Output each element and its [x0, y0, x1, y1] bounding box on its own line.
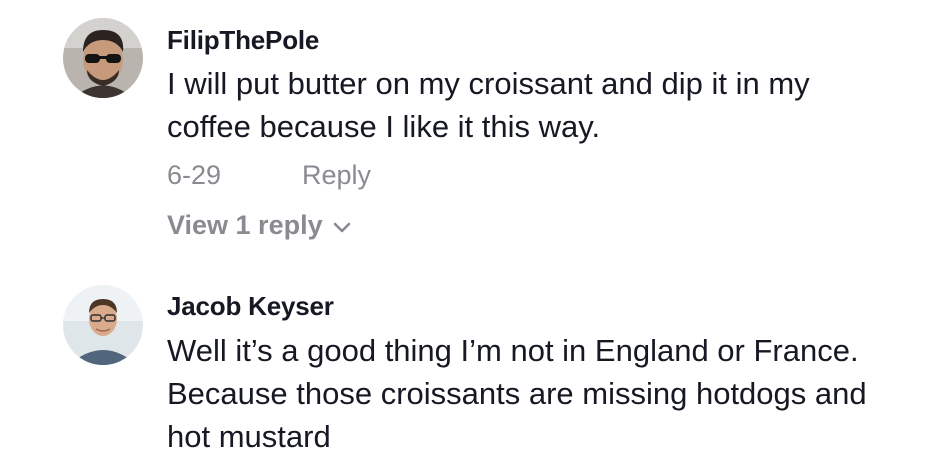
chevron-down-icon — [333, 222, 350, 232]
comment-date: 6-29 — [167, 160, 222, 190]
avatar-man-sunglasses-icon — [63, 18, 143, 98]
view-replies-label: View 1 reply — [167, 210, 323, 240]
avatar[interactable] — [63, 18, 143, 98]
comment-text: Well it’s a good thing I’m not in Englan… — [167, 329, 867, 458]
avatar-man-glasses-icon — [63, 285, 143, 365]
comment-username[interactable]: FilipThePole — [167, 25, 319, 56]
comment-text-line: I will put butter on my croissant and di… — [167, 66, 810, 101]
view-replies-button[interactable]: View 1 reply — [167, 210, 351, 241]
comment-username[interactable]: Jacob Keyser — [167, 291, 334, 322]
comment-text-line: hot mustard — [167, 419, 331, 454]
reply-button[interactable]: Reply — [302, 160, 371, 191]
comment-text-line: Well it’s a good thing I’m not in Englan… — [167, 333, 859, 368]
comment-text-line: coffee because I like it this way. — [167, 109, 601, 144]
comment-text-line: Because those croissants are missing hot… — [167, 376, 867, 411]
comment-text: I will put butter on my croissant and di… — [167, 62, 810, 148]
avatar[interactable] — [63, 285, 143, 365]
